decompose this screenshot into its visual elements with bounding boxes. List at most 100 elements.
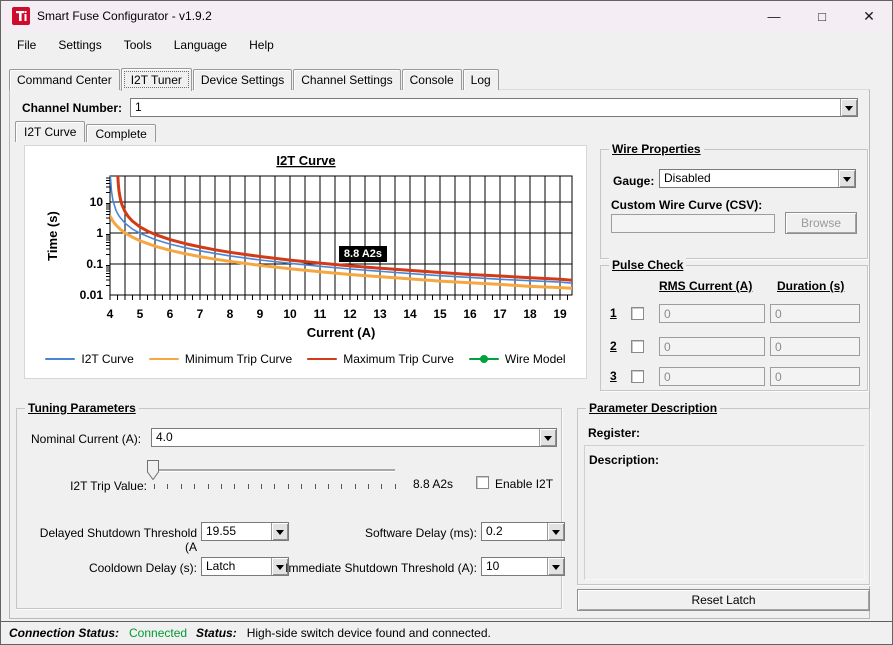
tab-log[interactable]: Log [463,69,499,90]
tab-console[interactable]: Console [402,69,462,90]
close-button[interactable]: ✕ [846,1,892,31]
tab-command-center[interactable]: Command Center [9,69,120,90]
title-bar: Smart Fuse Configurator - v1.9.2 — □ ✕ [1,1,892,31]
app-icon [12,7,30,25]
gauge-select[interactable]: Disabled [659,169,856,188]
minimize-button[interactable]: — [751,1,797,31]
chevron-down-icon[interactable] [547,523,564,540]
enable-i2t-checkbox[interactable] [476,476,489,489]
slider-tick [355,484,356,489]
tab-channel-settings[interactable]: Channel Settings [293,69,400,90]
pulse-check-title: Pulse Check [609,258,686,272]
tab-device-settings[interactable]: Device Settings [193,69,292,90]
channel-number-select[interactable]: 1 [130,98,858,117]
i2t-trip-slider-ticks [154,484,396,489]
tuning-parameters-title: Tuning Parameters [25,401,139,415]
parameter-description-title: Parameter Description [586,401,720,415]
channel-number-label: Channel Number: [22,101,122,115]
software-delay-select[interactable]: 0.2 [481,522,565,541]
slider-tick [234,484,235,489]
legend-swatch [45,358,75,360]
pulse-row-3-rms-input: 0 [659,367,765,386]
custom-wire-curve-input [611,214,775,233]
svg-text:18: 18 [523,307,537,321]
browse-button: Browse [785,212,857,234]
channel-number-value: 1 [131,99,840,116]
subtab-i2t-curve[interactable]: I2T Curve [15,121,85,142]
i2t-chart-panel: I2T Curve Time (s) Current (A) 456789101… [24,145,587,379]
svg-text:7: 7 [197,307,204,321]
immediate-shutdown-select[interactable]: 10 [481,557,565,576]
i2t-tuner-page: Channel Number: 1 I2T Curve Complete I2T… [9,89,870,619]
main-tab-strip: Command Center I2T Tuner Device Settings… [9,67,500,90]
gauge-label: Gauge: [613,174,654,188]
chevron-down-icon[interactable] [840,99,857,116]
chart-grid [106,176,572,300]
pulse-check-group: Pulse Check RMS Current (A) Duration (s)… [600,265,868,391]
pulse-row-2-duration-input: 0 [770,337,860,356]
pulse-row-1-rms-input: 0 [659,304,765,323]
menu-settings[interactable]: Settings [47,34,112,56]
chart-xlabel: Current (A) [307,325,376,340]
menu-bar: File Settings Tools Language Help [1,31,892,58]
legend-label: I2T Curve [81,352,133,366]
chevron-down-icon[interactable] [547,558,564,575]
pulse-row-1-checkbox[interactable] [631,307,644,320]
pulse-row-2-checkbox[interactable] [631,340,644,353]
i2t-chart: I2T Curve Time (s) Current (A) 456789101… [25,146,588,380]
nominal-current-select[interactable]: 4.0 [151,428,557,447]
status-bar: Connection Status: Connected Status: Hig… [1,621,892,644]
chart-series [110,176,572,288]
svg-text:12: 12 [343,307,357,321]
svg-text:1: 1 [96,226,103,240]
slider-tick [274,484,275,489]
maximize-button[interactable]: □ [799,1,845,31]
window-title: Smart Fuse Configurator - v1.9.2 [37,9,212,23]
svg-text:13: 13 [373,307,387,321]
slider-tick [341,484,342,489]
menu-help[interactable]: Help [238,34,285,56]
wire-properties-group: Wire Properties Gauge: Disabled Custom W… [600,149,868,259]
svg-text:9: 9 [257,307,264,321]
chevron-down-icon[interactable] [539,429,556,446]
menu-language[interactable]: Language [163,34,238,56]
reset-latch-button[interactable]: Reset Latch [577,589,870,611]
slider-tick [328,484,329,489]
chart-ylabel: Time (s) [45,211,60,261]
software-delay-value: 0.2 [482,523,547,540]
chart-legend: I2T CurveMinimum Trip CurveMaximum Trip … [25,352,586,366]
delayed-shutdown-label: Delayed Shutdown Threshold (A [25,526,197,554]
pulse-row-3-checkbox[interactable] [631,370,644,383]
tuning-parameters-group: Tuning Parameters Nominal Current (A): 4… [16,408,562,609]
legend-item: I2T Curve [45,352,133,366]
pulse-row-2-rms-input: 0 [659,337,765,356]
svg-text:19: 19 [553,307,567,321]
slider-tick [208,484,209,489]
immediate-shutdown-value: 10 [482,558,547,575]
tab-i2t-tuner[interactable]: I2T Tuner [121,68,192,91]
slider-tick [301,484,302,489]
legend-marker-dot [480,355,488,363]
svg-text:17: 17 [493,307,507,321]
immediate-shutdown-label: Immediate Shutdown Threshold (A): [261,561,477,575]
i2t-trip-slider-track[interactable] [155,469,395,471]
software-delay-label: Software Delay (ms): [261,526,477,540]
svg-text:6: 6 [167,307,174,321]
slider-tick [381,484,382,489]
legend-label: Wire Model [505,352,566,366]
register-label: Register: [588,426,640,440]
pulse-row-3-label: 3 [610,369,617,383]
svg-text:0.01: 0.01 [80,288,104,302]
svg-text:5: 5 [137,307,144,321]
slider-tick [395,484,396,489]
menu-file[interactable]: File [6,34,47,56]
subtab-complete[interactable]: Complete [86,124,155,142]
svg-text:0.1: 0.1 [86,257,103,271]
chevron-down-icon[interactable] [838,170,855,187]
menu-tools[interactable]: Tools [113,34,163,56]
slider-tick [221,484,222,489]
slider-tick [167,484,168,489]
legend-swatch [307,358,337,361]
i2t-trip-slider-thumb[interactable] [147,460,159,480]
legend-item: Minimum Trip Curve [149,352,292,366]
